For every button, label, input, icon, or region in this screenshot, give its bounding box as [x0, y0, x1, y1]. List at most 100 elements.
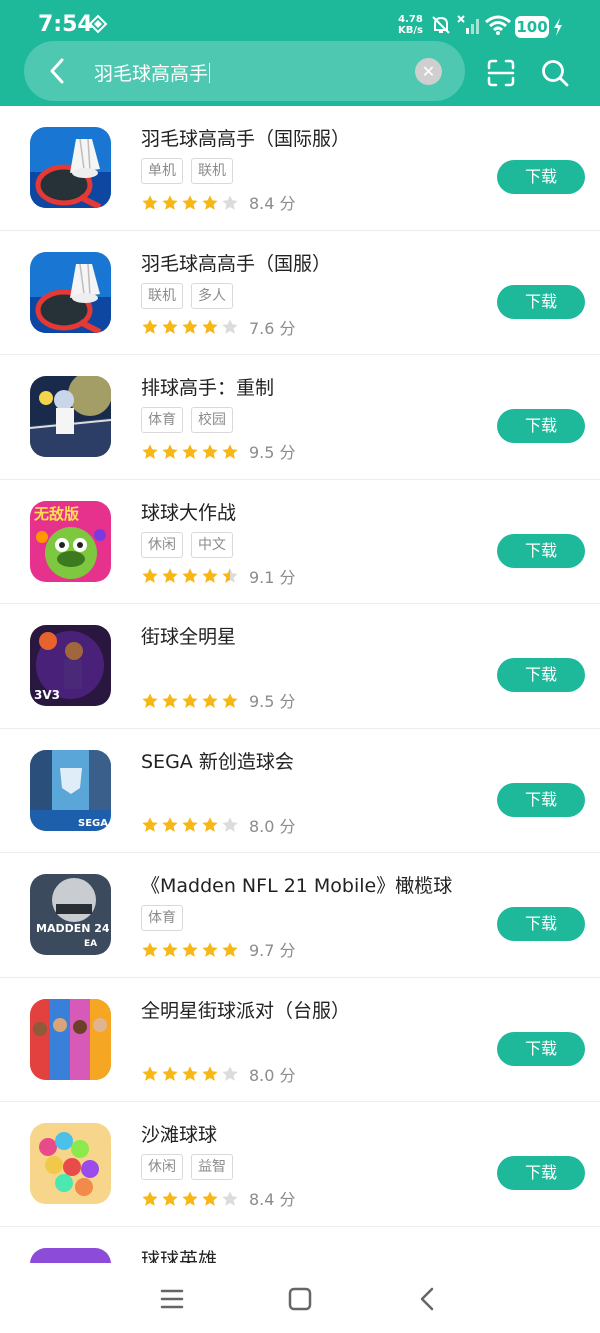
star-icon	[182, 942, 198, 957]
app-icon[interactable]	[30, 1123, 111, 1204]
app-title[interactable]: 羽毛球高高手（国服）	[141, 249, 331, 276]
download-button[interactable]: 下载	[497, 1156, 585, 1190]
star-icon	[142, 817, 158, 833]
list-item[interactable]: SEGA SEGA 新创造球会 8.0 分 下载	[0, 729, 600, 853]
app-rating: 8.0 分	[141, 813, 296, 836]
app-tag: 多人	[191, 282, 233, 309]
app-tag: 联机	[141, 282, 183, 309]
home-icon[interactable]	[286, 1285, 314, 1313]
download-button[interactable]: 下载	[497, 782, 585, 817]
app-icon[interactable]: SEGA	[30, 749, 111, 831]
app-icon[interactable]: 3V3	[30, 625, 111, 706]
download-button[interactable]: 下载	[497, 1031, 585, 1066]
status-time: 7:54	[38, 12, 93, 37]
scan-icon[interactable]	[486, 58, 516, 88]
app-title[interactable]: 羽毛球高高手（国际服）	[141, 124, 350, 151]
svg-text:3V3: 3V3	[34, 688, 60, 702]
download-button[interactable]: 下载	[497, 533, 585, 568]
app-icon[interactable]	[30, 1247, 111, 1263]
list-item[interactable]: 羽毛球高高手（国际服） 单机 联机 8.4 分 下载	[0, 106, 600, 231]
app-score: 8.4 分	[249, 1190, 296, 1209]
star-icon	[202, 1066, 218, 1082]
app-icon[interactable]: MADDEN 24 EA	[30, 874, 111, 955]
star-icon	[142, 195, 158, 210]
app-icon[interactable]: 无敌版	[30, 500, 111, 582]
star-icon	[142, 444, 158, 459]
app-icon[interactable]	[30, 127, 111, 208]
star-icon	[142, 1066, 158, 1082]
app-icon[interactable]	[30, 998, 111, 1080]
app-icon[interactable]	[30, 251, 111, 333]
download-button[interactable]: 下载	[497, 658, 585, 692]
app-rating: 8.4 分	[141, 1186, 296, 1209]
app-score: 7.6 分	[249, 318, 296, 338]
star-rating	[141, 690, 241, 710]
list-item[interactable]: 球球英雄	[0, 1227, 600, 1264]
star-icon	[202, 693, 218, 708]
app-title[interactable]: 排球高手：重制	[141, 373, 274, 400]
app-title[interactable]: 街球全明星	[141, 622, 236, 649]
star-rating	[141, 1064, 241, 1084]
star-rating	[141, 566, 241, 586]
star-icon	[222, 319, 238, 335]
list-item[interactable]: 羽毛球高高手（国服） 联机 多人 7.6 分 下载	[0, 231, 600, 355]
battery-level: 100	[515, 16, 549, 38]
download-button[interactable]: 下载	[497, 409, 585, 443]
star-rating	[141, 441, 241, 461]
app-title[interactable]: 球球英雄	[141, 1245, 217, 1264]
app-title[interactable]: 沙滩球球	[141, 1120, 217, 1147]
app-tags: 休闲 中文	[141, 531, 241, 558]
app-icon[interactable]	[30, 376, 111, 457]
star-icon	[162, 1066, 178, 1082]
app-score: 9.5 分	[249, 443, 296, 462]
app-title[interactable]: 球球大作战	[141, 498, 236, 525]
star-icon	[182, 444, 198, 459]
app-title[interactable]: 全明星街球派对（台服）	[141, 996, 350, 1023]
app-rating: 8.4 分	[141, 190, 296, 213]
download-button[interactable]: 下载	[497, 907, 585, 941]
app-rating: 9.5 分	[141, 439, 296, 462]
star-rating	[141, 192, 241, 212]
app-title[interactable]: 《Madden NFL 21 Mobile》橄榄球	[141, 871, 452, 898]
list-item[interactable]: MADDEN 24 EA 《Madden NFL 21 Mobile》橄榄球 体育 9.…	[0, 853, 600, 978]
star-icon	[162, 942, 178, 957]
system-navigation-bar	[0, 1263, 600, 1333]
list-item[interactable]: 3V3 街球全明星 9.5 分 下载	[0, 604, 600, 729]
star-icon	[142, 1191, 158, 1206]
star-icon	[222, 693, 238, 708]
speed-unit: KB/s	[398, 25, 423, 36]
star-icon	[162, 319, 178, 335]
search-results-list[interactable]: 羽毛球高高手（国际服） 单机 联机 8.4 分下载 羽毛球高高手（国服） 联机 多人 7.6 …	[0, 106, 600, 1263]
star-icon	[142, 693, 158, 708]
download-button[interactable]: 下载	[497, 284, 585, 319]
star-icon	[222, 1066, 238, 1082]
star-icon	[142, 568, 158, 584]
list-item[interactable]: 无敌版 球球大作战休闲 中文 9.1 分 下载	[0, 480, 600, 604]
star-icon	[222, 195, 238, 210]
search-bar[interactable]: 羽毛球高高手 ✕	[24, 41, 465, 101]
list-item[interactable]: 排球高手：重制 体育 校园 9.5 分 下载	[0, 355, 600, 480]
star-icon	[182, 693, 198, 708]
clear-search-button[interactable]: ✕	[415, 58, 442, 85]
search-icon[interactable]	[540, 58, 570, 88]
star-icon	[202, 195, 218, 210]
app-score: 9.1 分	[249, 567, 296, 587]
app-rating: 9.7 分	[141, 937, 296, 960]
app-rating: 7.6 分	[141, 315, 296, 338]
star-icon	[162, 444, 178, 459]
list-item[interactable]: 沙滩球球 休闲 益智 8.4 分 下载	[0, 1102, 600, 1227]
list-item[interactable]: 全明星街球派对（台服） 8.0 分 下载	[0, 978, 600, 1102]
app-title[interactable]: SEGA 新创造球会	[141, 747, 294, 774]
app-tag: 联机	[191, 158, 233, 184]
search-input[interactable]: 羽毛球高高手	[94, 59, 211, 86]
speed-value: 4.78	[398, 14, 423, 25]
menu-icon[interactable]	[158, 1285, 186, 1313]
text-cursor	[209, 63, 211, 83]
app-tag: 益智	[191, 1154, 233, 1180]
app-tags: 体育 校园	[141, 407, 241, 433]
back-arrow-icon[interactable]	[46, 57, 68, 85]
star-icon	[202, 1191, 218, 1206]
download-button[interactable]: 下载	[497, 160, 585, 194]
app-score: 9.5 分	[249, 692, 296, 711]
back-icon[interactable]	[414, 1285, 442, 1313]
